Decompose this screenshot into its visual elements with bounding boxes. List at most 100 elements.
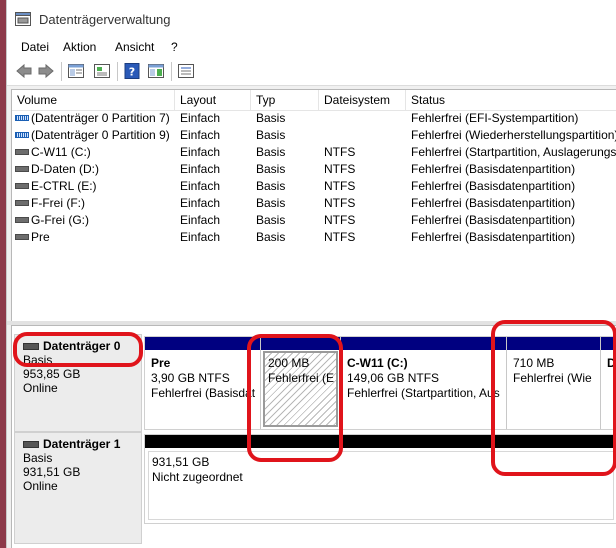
- cell-status: Fehlerfrei (Startpartition, Auslagerungs…: [411, 145, 616, 159]
- cell-status: Fehlerfrei (EFI-Systempartition): [411, 111, 579, 125]
- cell-fs: NTFS: [324, 196, 356, 210]
- partition-bar: [601, 337, 616, 350]
- partition-size: 710 MB: [513, 356, 555, 370]
- table-row[interactable]: G-Frei (G:) Einfach Basis NTFS Fehlerfrei (B…: [12, 212, 616, 229]
- cell-type: Basis: [256, 111, 286, 125]
- cell-fs: [324, 110, 406, 127]
- column-header-typ[interactable]: Typ: [251, 90, 319, 110]
- table-row[interactable]: Pre Einfach Basis NTFS Fehlerfrei (Basisdate…: [12, 229, 616, 246]
- partition-bar: [145, 337, 260, 350]
- disk-1-title: Datenträger 1: [43, 437, 121, 451]
- cell-name: (Datenträger 0 Partition 9): [31, 128, 170, 142]
- volume-icon: [15, 200, 29, 206]
- disk-management-app-icon: [15, 12, 31, 26]
- partition-status: Fehlerfrei (Basisdat: [151, 386, 256, 400]
- cell-fs: NTFS: [324, 213, 356, 227]
- disk-1-state: Online: [23, 479, 58, 493]
- column-header-dateisystem[interactable]: Dateisystem: [319, 90, 406, 110]
- disk-1-label[interactable]: Datenträger 1 Basis 931,51 GB Online: [14, 432, 142, 544]
- cell-status: Fehlerfrei (Basisdatenpartition): [411, 162, 576, 176]
- partition-pre[interactable]: Pre 3,90 GB NTFS Fehlerfrei (Basisdat: [145, 337, 261, 429]
- cell-type: Basis: [256, 213, 286, 227]
- list-view-icon[interactable]: [177, 63, 195, 79]
- disk-0-state: Online: [23, 381, 58, 395]
- volume-icon: [15, 217, 29, 223]
- unallocated-space[interactable]: 931,51 GB Nicht zugeordnet: [145, 435, 616, 523]
- svg-text:?: ?: [129, 66, 135, 79]
- title-bar: Datenträgerverwaltung: [7, 0, 616, 38]
- volume-icon: [15, 234, 29, 240]
- help-icon[interactable]: ?: [123, 63, 141, 79]
- toolbar-separator: [171, 62, 172, 81]
- disk-0-label[interactable]: Datenträger 0 Basis 953,85 GB Online: [14, 334, 142, 432]
- table-row[interactable]: (Datenträger 0 Partition 9) Einfach Basis F…: [12, 127, 616, 144]
- partition-bar: [341, 337, 506, 350]
- window-title: Datenträgerverwaltung: [39, 12, 171, 27]
- table-row[interactable]: D-Daten (D:) Einfach Basis NTFS Fehlerfrei (…: [12, 161, 616, 178]
- menu-bar: Datei Aktion Ansicht ?: [7, 38, 616, 58]
- partition-size: 200 MB: [268, 356, 310, 370]
- disk-1-partition-area: 931,51 GB Nicht zugeordnet: [144, 434, 616, 524]
- cell-status: Fehlerfrei (Basisdatenpartition): [411, 196, 576, 210]
- disk-1-size: 931,51 GB: [23, 465, 81, 479]
- menu-aktion[interactable]: Aktion: [63, 40, 96, 54]
- menu-datei[interactable]: Datei: [21, 40, 49, 54]
- partition-c[interactable]: C-W11 (C:) 149,06 GB NTFS Fehlerfrei (St…: [341, 337, 507, 429]
- unallocated-size: 931,51 GB: [152, 455, 210, 469]
- cell-fs: NTFS: [324, 145, 356, 159]
- partition-d[interactable]: D: [601, 337, 616, 429]
- disk-1-type: Basis: [23, 451, 53, 465]
- cell-layout: Einfach: [180, 213, 221, 227]
- disk-0-title: Datenträger 0: [43, 339, 121, 353]
- disk-icon: [23, 342, 39, 350]
- partition-recovery[interactable]: 710 MB Fehlerfrei (Wie: [507, 337, 601, 429]
- disk-graphical-view: Datenträger 0 Basis 953,85 GB Online Pre…: [11, 325, 616, 548]
- column-header-layout[interactable]: Layout: [175, 90, 251, 110]
- partition-name: D: [607, 356, 616, 370]
- back-arrow-icon[interactable]: [15, 63, 33, 79]
- show-hide-console-tree-icon[interactable]: [67, 63, 85, 79]
- cell-layout: Einfach: [180, 111, 221, 125]
- cell-status: Fehlerfrei (Basisdatenpartition): [411, 179, 576, 193]
- column-header-status[interactable]: Status: [406, 90, 616, 110]
- volume-icon: [15, 183, 29, 189]
- disk-icon: [23, 440, 39, 448]
- volume-list[interactable]: Volume Layout Typ Dateisystem Status (Da…: [11, 89, 616, 323]
- forward-arrow-icon[interactable]: [37, 63, 55, 79]
- menu-help[interactable]: ?: [171, 40, 178, 54]
- toolbar-separator: [117, 62, 118, 81]
- table-row[interactable]: C-W11 (C:) Einfach Basis NTFS Fehlerfrei (St…: [12, 144, 616, 161]
- cell-fs: NTFS: [324, 162, 356, 176]
- cell-status: Fehlerfrei (Wiederherstellungspartition): [411, 128, 616, 142]
- table-row[interactable]: F-Frei (F:) Einfach Basis NTFS Fehlerfrei (B…: [12, 195, 616, 212]
- volume-list-header: Volume Layout Typ Dateisystem Status: [12, 90, 616, 111]
- partition-bar: [507, 337, 600, 350]
- cell-layout: Einfach: [180, 196, 221, 210]
- properties-icon[interactable]: [93, 63, 111, 79]
- cell-fs: NTFS: [324, 179, 356, 193]
- partition-status: Fehlerfrei (Startpartition, Aus: [347, 386, 500, 400]
- help-topics-icon[interactable]: [147, 63, 165, 79]
- cell-layout: Einfach: [180, 162, 221, 176]
- volume-icon: [15, 166, 29, 172]
- volume-efi-icon: [15, 132, 29, 138]
- partition-details: 200 MB Fehlerfrei (E: [263, 351, 338, 427]
- disk-0-size: 953,85 GB: [23, 367, 81, 381]
- unallocated-bar: [145, 435, 616, 448]
- cell-layout: Einfach: [180, 145, 221, 159]
- table-row[interactable]: E-CTRL (E:) Einfach Basis NTFS Fehlerfrei (B…: [12, 178, 616, 195]
- cell-status: Fehlerfrei (Basisdatenpartition): [411, 230, 576, 244]
- partition-size: 149,06 GB NTFS: [347, 371, 440, 385]
- unallocated-details: 931,51 GB Nicht zugeordnet: [148, 451, 614, 520]
- cell-fs: [324, 127, 406, 144]
- menu-ansicht[interactable]: Ansicht: [115, 40, 154, 54]
- cell-name: (Datenträger 0 Partition 7): [31, 111, 170, 125]
- cell-type: Basis: [256, 162, 286, 176]
- partition-efi[interactable]: 200 MB Fehlerfrei (E: [261, 337, 341, 429]
- cell-type: Basis: [256, 128, 286, 142]
- partition-status: Fehlerfrei (Wie: [513, 371, 592, 385]
- column-header-volume[interactable]: Volume: [12, 90, 175, 110]
- cell-status: Fehlerfrei (Basisdatenpartition): [411, 213, 576, 227]
- cell-layout: Einfach: [180, 128, 221, 142]
- table-row[interactable]: (Datenträger 0 Partition 7) Einfach Basis F…: [12, 110, 616, 127]
